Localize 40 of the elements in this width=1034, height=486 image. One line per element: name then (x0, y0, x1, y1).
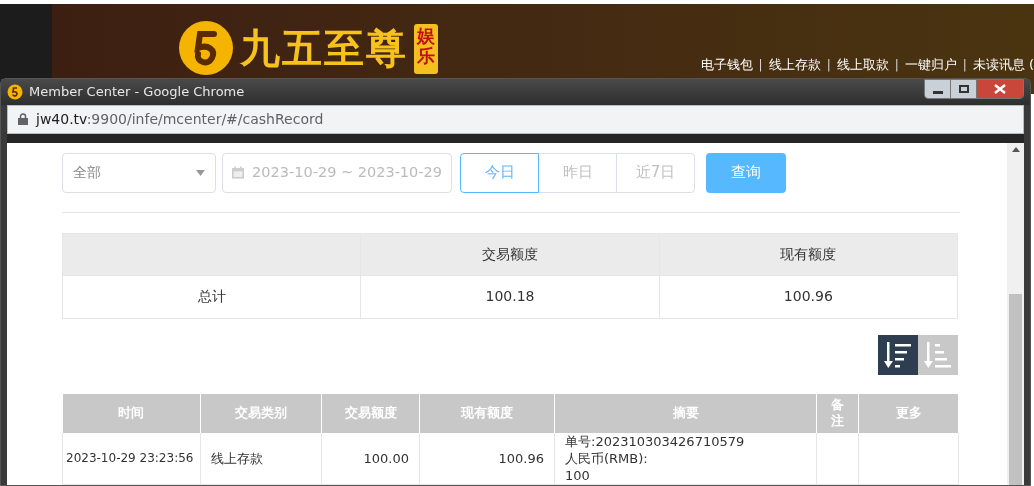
close-button[interactable] (977, 80, 1023, 98)
table-cell: 100.96 (419, 432, 555, 485)
type-select[interactable]: 全部 (62, 152, 216, 193)
logo-icon (178, 20, 234, 76)
lock-icon (18, 113, 28, 126)
dropdown-icon (196, 169, 205, 176)
scrollbar[interactable] (1007, 142, 1024, 485)
favicon-icon (7, 84, 23, 101)
sort-descending-button[interactable] (878, 334, 918, 375)
summary-line: 人民币(RMB): (565, 449, 649, 467)
table-cell: 100.00 (321, 432, 420, 485)
nav-link[interactable]: 一键归户 (904, 55, 957, 75)
nav-link[interactable]: 线上取款 (836, 55, 889, 75)
minimize-button[interactable] (925, 80, 951, 98)
scrollbar-thumb[interactable] (1009, 293, 1022, 485)
column-header: 交易额度 (360, 233, 660, 275)
nav-separator: | (894, 56, 899, 74)
window-title: Member Center - Google Chrome (29, 83, 245, 102)
column-header: 现有额度 (659, 233, 958, 275)
table-cell: 2023-10-29 23:23:56 (62, 432, 201, 485)
table-cell: 100.18 (360, 275, 660, 318)
summary-line: 100 (565, 466, 591, 484)
brand-badge: 娱乐 (414, 24, 438, 74)
sort-icon (884, 340, 912, 369)
table-cell: 100.96 (659, 275, 958, 318)
sort-icon (924, 340, 952, 369)
nav-separator: | (962, 56, 967, 74)
scroll-up-icon[interactable] (1011, 146, 1020, 152)
table-cell: 线上存款 (200, 432, 322, 485)
nav-link[interactable]: 线上存款 (768, 55, 821, 75)
maximize-button[interactable] (951, 80, 977, 98)
calendar-icon (232, 165, 245, 180)
nav-separator: | (758, 56, 763, 74)
summary-line: 单号:202310303426710579 (565, 432, 746, 450)
nav-link[interactable]: 电子钱包 (700, 55, 753, 75)
table-cell: 总计 (62, 275, 361, 318)
nav-link[interactable]: 未读讯息 ( (972, 55, 1034, 75)
nav-separator: | (826, 56, 831, 74)
close-icon (994, 84, 1006, 94)
brand-name: 九五至尊 (240, 23, 408, 73)
